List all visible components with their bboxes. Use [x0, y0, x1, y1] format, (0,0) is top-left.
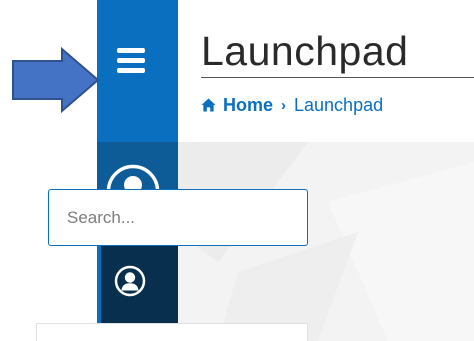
breadcrumb: Home › Launchpad	[201, 94, 383, 116]
page-header: Launchpad Home › Launchpad	[178, 0, 474, 142]
right-arrow-icon	[12, 46, 100, 114]
breadcrumb-separator: ›	[281, 96, 287, 114]
user-circle-icon	[114, 265, 146, 297]
hamburger-menu-icon	[117, 48, 145, 74]
search-input[interactable]	[48, 189, 308, 246]
main-content: Launchpad Home › Launchpad	[178, 0, 474, 341]
home-icon	[201, 98, 216, 112]
screenshot-stage: Launchpad Home › Launchpad	[0, 0, 474, 341]
breadcrumb-current: Launchpad	[294, 94, 384, 115]
sidebar-item-profile[interactable]	[97, 237, 178, 324]
breadcrumb-home-link[interactable]: Home	[223, 95, 273, 116]
sidebar	[97, 0, 178, 341]
launchpad-card	[36, 323, 308, 341]
title-divider	[201, 77, 474, 78]
sidebar-top	[97, 0, 178, 142]
active-indicator	[97, 237, 101, 324]
menu-toggle-button[interactable]	[97, 0, 178, 142]
page-title: Launchpad	[201, 28, 409, 74]
